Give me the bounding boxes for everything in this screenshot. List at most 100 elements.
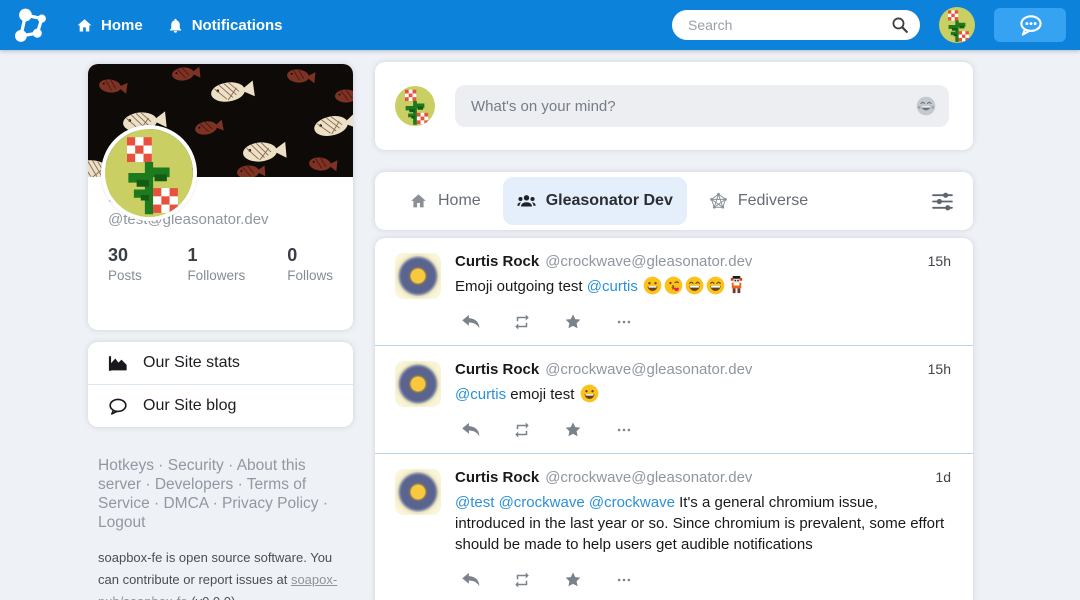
timeline-posts: Curtis Rock @crockwave@gleasonator.dev 1… bbox=[375, 238, 973, 600]
post-timestamp[interactable]: 15h bbox=[928, 361, 951, 377]
stat-posts-value: 30 bbox=[108, 245, 187, 266]
tab-fediverse[interactable]: Fediverse bbox=[695, 177, 822, 225]
favourite-button[interactable] bbox=[562, 312, 584, 332]
reply-button[interactable] bbox=[460, 312, 482, 332]
timeline-column: Home Gleasonator Dev Fediverse Curtis Ro… bbox=[375, 62, 973, 600]
post-body: Curtis Rock @crockwave@gleasonator.dev 1… bbox=[455, 469, 951, 590]
favourite-button[interactable] bbox=[562, 570, 584, 590]
tab-home-label: Home bbox=[438, 192, 481, 210]
repost-icon bbox=[512, 421, 532, 439]
star-icon bbox=[563, 421, 583, 439]
emoji-picker-button[interactable] bbox=[916, 96, 936, 116]
compose-input-wrap bbox=[455, 85, 949, 127]
post-content: @test @crockwave @crockwave It's a gener… bbox=[455, 492, 951, 555]
chat-bubble-icon bbox=[1017, 14, 1044, 37]
chat-button[interactable] bbox=[994, 8, 1066, 42]
post-author-avatar[interactable] bbox=[395, 361, 441, 407]
post-timestamp[interactable]: 15h bbox=[928, 253, 951, 269]
footer-links: Hotkeys · Security · About this server ·… bbox=[98, 456, 348, 532]
user-avatar[interactable] bbox=[939, 7, 975, 43]
footer-link[interactable]: Hotkeys bbox=[98, 457, 154, 474]
speech-bubble-icon bbox=[108, 397, 128, 416]
stat-follows[interactable]: 0 Follows bbox=[287, 245, 333, 283]
nav-home-link[interactable]: Home bbox=[76, 17, 143, 34]
site-blog-link[interactable]: Our Site blog bbox=[88, 384, 353, 427]
tune-sliders-icon[interactable] bbox=[932, 192, 953, 211]
post-content: @curtis emoji test bbox=[455, 384, 951, 405]
stat-followers[interactable]: 1 Followers bbox=[187, 245, 287, 283]
nav-notifications-label: Notifications bbox=[192, 17, 283, 34]
fediverse-icon bbox=[709, 192, 728, 210]
site-stats-link[interactable]: Our Site stats bbox=[88, 342, 353, 384]
footer-link[interactable]: Privacy Policy bbox=[222, 495, 318, 512]
timeline-tabs: Home Gleasonator Dev Fediverse bbox=[375, 172, 973, 230]
footer-note: soapbox-fe is open source software. You … bbox=[98, 547, 348, 600]
post-author-name[interactable]: Curtis Rock bbox=[455, 253, 539, 270]
beaming-emoji bbox=[685, 276, 704, 295]
repost-button[interactable] bbox=[511, 312, 533, 332]
navbar-left: Home Notifications bbox=[10, 5, 307, 45]
stat-posts[interactable]: 30 Posts bbox=[108, 245, 187, 283]
profile-card: test @test@gleasonator.dev 30 Posts 1 Fo… bbox=[88, 64, 353, 330]
mention-link[interactable]: @curtis bbox=[587, 278, 638, 295]
mention-link[interactable]: @curtis bbox=[455, 386, 506, 403]
footer-link[interactable]: DMCA bbox=[163, 495, 208, 512]
users-icon bbox=[517, 192, 536, 210]
post-author-avatar[interactable] bbox=[395, 469, 441, 515]
favourite-button[interactable] bbox=[562, 420, 584, 440]
mention-link[interactable]: @test bbox=[455, 494, 494, 511]
footer-link[interactable]: Security bbox=[168, 457, 224, 474]
stat-followers-label: Followers bbox=[187, 268, 287, 283]
stat-posts-label: Posts bbox=[108, 268, 187, 283]
post-author-avatar[interactable] bbox=[395, 253, 441, 299]
bell-icon bbox=[167, 17, 184, 34]
repost-icon bbox=[512, 313, 532, 331]
compose-card bbox=[375, 62, 973, 150]
post-author-handle[interactable]: @crockwave@gleasonator.dev bbox=[545, 253, 752, 270]
compose-avatar[interactable] bbox=[395, 86, 435, 126]
pixel-flower-avatar bbox=[105, 129, 193, 217]
repost-button[interactable] bbox=[511, 570, 533, 590]
stat-follows-value: 0 bbox=[287, 245, 333, 266]
post-body: Curtis Rock @crockwave@gleasonator.dev 1… bbox=[455, 253, 951, 332]
more-button[interactable] bbox=[613, 420, 635, 440]
footer-link[interactable]: Logout bbox=[98, 514, 145, 531]
post-author-name[interactable]: Curtis Rock bbox=[455, 469, 539, 486]
footer-link[interactable]: Developers bbox=[155, 476, 233, 493]
grinning-emoji bbox=[643, 276, 662, 295]
soapbox-logo-icon[interactable] bbox=[10, 5, 50, 45]
post-header: Curtis Rock @crockwave@gleasonator.dev 1… bbox=[455, 253, 951, 270]
tab-gleasonator-dev[interactable]: Gleasonator Dev bbox=[503, 177, 687, 225]
reply-button[interactable] bbox=[460, 570, 482, 590]
repost-button[interactable] bbox=[511, 420, 533, 440]
app-screen: Home Notifications bbox=[0, 0, 1080, 600]
ellipsis-icon bbox=[614, 571, 634, 589]
post-content: Emoji outgoing test @curtis bbox=[455, 276, 951, 297]
post-author-handle[interactable]: @crockwave@gleasonator.dev bbox=[545, 361, 752, 378]
ellipsis-icon bbox=[614, 313, 634, 331]
stat-followers-value: 1 bbox=[187, 245, 287, 266]
post-author-handle[interactable]: @crockwave@gleasonator.dev bbox=[545, 469, 752, 486]
reply-icon bbox=[461, 421, 481, 439]
reply-button[interactable] bbox=[460, 420, 482, 440]
stat-follows-label: Follows bbox=[287, 268, 333, 283]
post-header: Curtis Rock @crockwave@gleasonator.dev 1… bbox=[455, 469, 951, 486]
post: Curtis Rock @crockwave@gleasonator.dev 1… bbox=[375, 238, 973, 345]
mention-link[interactable]: @crockwave bbox=[589, 494, 675, 511]
mention-link[interactable]: @crockwave bbox=[499, 494, 585, 511]
post: Curtis Rock @crockwave@gleasonator.dev 1… bbox=[375, 453, 973, 600]
nav-home-label: Home bbox=[101, 17, 143, 34]
search-input[interactable] bbox=[672, 10, 920, 40]
ellipsis-icon bbox=[614, 421, 634, 439]
search-icon[interactable] bbox=[891, 16, 909, 34]
more-button[interactable] bbox=[613, 312, 635, 332]
compose-input[interactable] bbox=[455, 85, 949, 127]
post-author-name[interactable]: Curtis Rock bbox=[455, 361, 539, 378]
post-actions bbox=[455, 570, 951, 590]
more-button[interactable] bbox=[613, 570, 635, 590]
nav-notifications-link[interactable]: Notifications bbox=[167, 17, 283, 34]
post-body: Curtis Rock @crockwave@gleasonator.dev 1… bbox=[455, 361, 951, 440]
post-timestamp[interactable]: 1d bbox=[935, 469, 951, 485]
profile-avatar[interactable] bbox=[101, 125, 197, 221]
tab-home[interactable]: Home bbox=[395, 177, 495, 225]
